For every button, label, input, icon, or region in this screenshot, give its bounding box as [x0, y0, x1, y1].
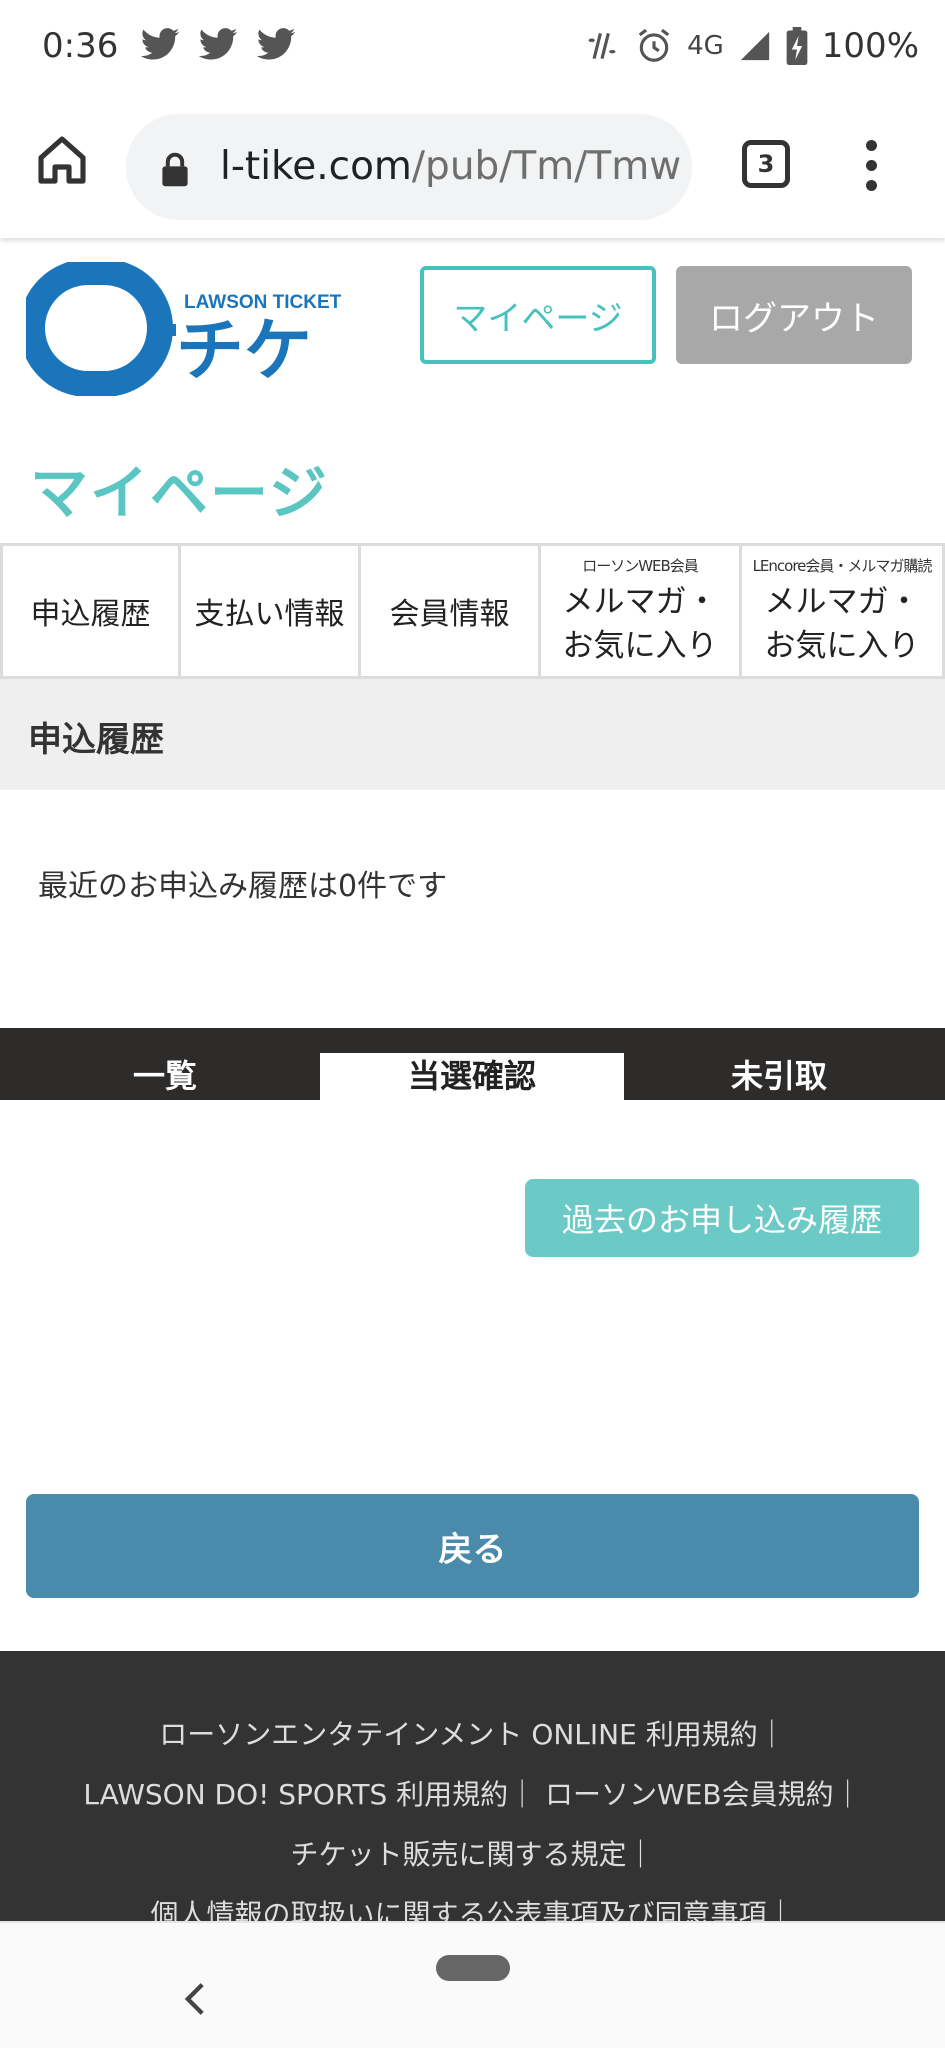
tab-label-line1: メルマガ・ — [764, 583, 920, 620]
history-tabs: 一覧 当選確認 未引取 — [0, 1028, 945, 1100]
twitter-icon — [256, 28, 296, 60]
tab-label-line2: お気に入り — [764, 627, 920, 664]
overflow-menu-icon[interactable] — [856, 140, 886, 194]
tab-label-line1: メルマガ・ — [562, 583, 718, 620]
logout-button[interactable]: ログアウト — [676, 266, 912, 364]
tab-sublabel: ローソンWEB会員 — [582, 556, 699, 575]
mypage-button[interactable]: マイページ — [420, 266, 656, 364]
past-history-button[interactable]: 過去のお申し込み履歴 — [525, 1179, 919, 1257]
home-pill[interactable] — [436, 1955, 510, 1981]
url-text: l-tike.com/pub/Tm/Tmw — [220, 144, 681, 189]
home-icon[interactable] — [34, 132, 90, 188]
tab-lencore-newsletter[interactable]: LEncore会員・メルマガ購読 メルマガ・ お気に入り — [742, 546, 945, 676]
system-navigation-bar — [0, 1921, 945, 2048]
url-host: l-tike.com — [220, 144, 412, 189]
lawson-ticket-logo[interactable]: LAWSON TICKET チケ — [26, 262, 356, 396]
footer-link[interactable]: 個人情報の取扱いに関する公表事項及び同意事項｜ — [0, 1893, 945, 1921]
url-path: /pub/Tm/Tmw — [411, 144, 682, 189]
tab-switcher-button[interactable]: 3 — [742, 140, 790, 188]
logo-big-text: チケ — [176, 312, 312, 391]
twitter-icon — [140, 28, 180, 60]
footer: ローソンエンタテインメント ONLINE 利用規約｜ LAWSON DO! SP… — [0, 1651, 945, 1921]
twitter-icon — [198, 28, 238, 60]
lock-icon — [162, 152, 188, 187]
back-chevron-icon[interactable] — [182, 1981, 208, 2017]
tab-label-line2: お気に入り — [562, 627, 718, 664]
battery-charging-icon — [786, 27, 808, 65]
tab-label: 支払い情報 — [194, 597, 345, 632]
tab-sublabel: LEncore会員・メルマガ購読 — [752, 556, 933, 575]
tab-member-info[interactable]: 会員情報 — [361, 546, 541, 676]
mypage-nav-tabs: 申込履歴 支払い情報 会員情報 ローソンWEB会員 メルマガ・ お気に入り LE… — [0, 543, 945, 679]
page-title: マイページ — [30, 459, 329, 527]
logo-small-text: LAWSON TICKET — [184, 292, 342, 313]
tab-lottery-result[interactable]: 当選確認 — [320, 1053, 624, 1100]
tab-payment-info[interactable]: 支払い情報 — [181, 546, 361, 676]
alarm-icon — [638, 28, 670, 62]
footer-link[interactable]: ローソンエンタテインメント ONLINE 利用規約｜ — [0, 1713, 945, 1753]
browser-toolbar: l-tike.com/pub/Tm/Tmw 3 — [0, 96, 945, 238]
tab-label: 会員情報 — [389, 597, 510, 632]
network-type: 4G — [687, 31, 724, 61]
section-heading: 申込履歴 — [0, 679, 945, 790]
tab-list[interactable]: 一覧 — [13, 1053, 317, 1100]
address-bar[interactable]: l-tike.com/pub/Tm/Tmw — [126, 114, 692, 220]
back-button[interactable]: 戻る — [26, 1494, 919, 1598]
tab-unclaimed[interactable]: 未引取 — [627, 1053, 931, 1100]
tab-lawson-web-newsletter[interactable]: ローソンWEB会員 メルマガ・ お気に入り — [541, 546, 742, 676]
footer-link[interactable]: LAWSON DO! SPORTS 利用規約｜ ローソンWEB会員規約｜ — [0, 1773, 945, 1813]
tab-application-history[interactable]: 申込履歴 — [0, 546, 181, 676]
footer-link[interactable]: チケット販売に関する規定｜ — [0, 1833, 945, 1873]
signal-icon — [740, 31, 769, 61]
status-bar: 0:36 4G 100% — [0, 0, 945, 96]
tab-label: 申込履歴 — [30, 597, 151, 632]
history-count-message: 最近のお申込み履歴は0件です — [38, 869, 448, 904]
nfc-icon — [588, 32, 616, 60]
battery-level: 100% — [821, 26, 919, 66]
section-heading-text: 申込履歴 — [28, 720, 164, 760]
clock: 0:36 — [42, 26, 119, 66]
